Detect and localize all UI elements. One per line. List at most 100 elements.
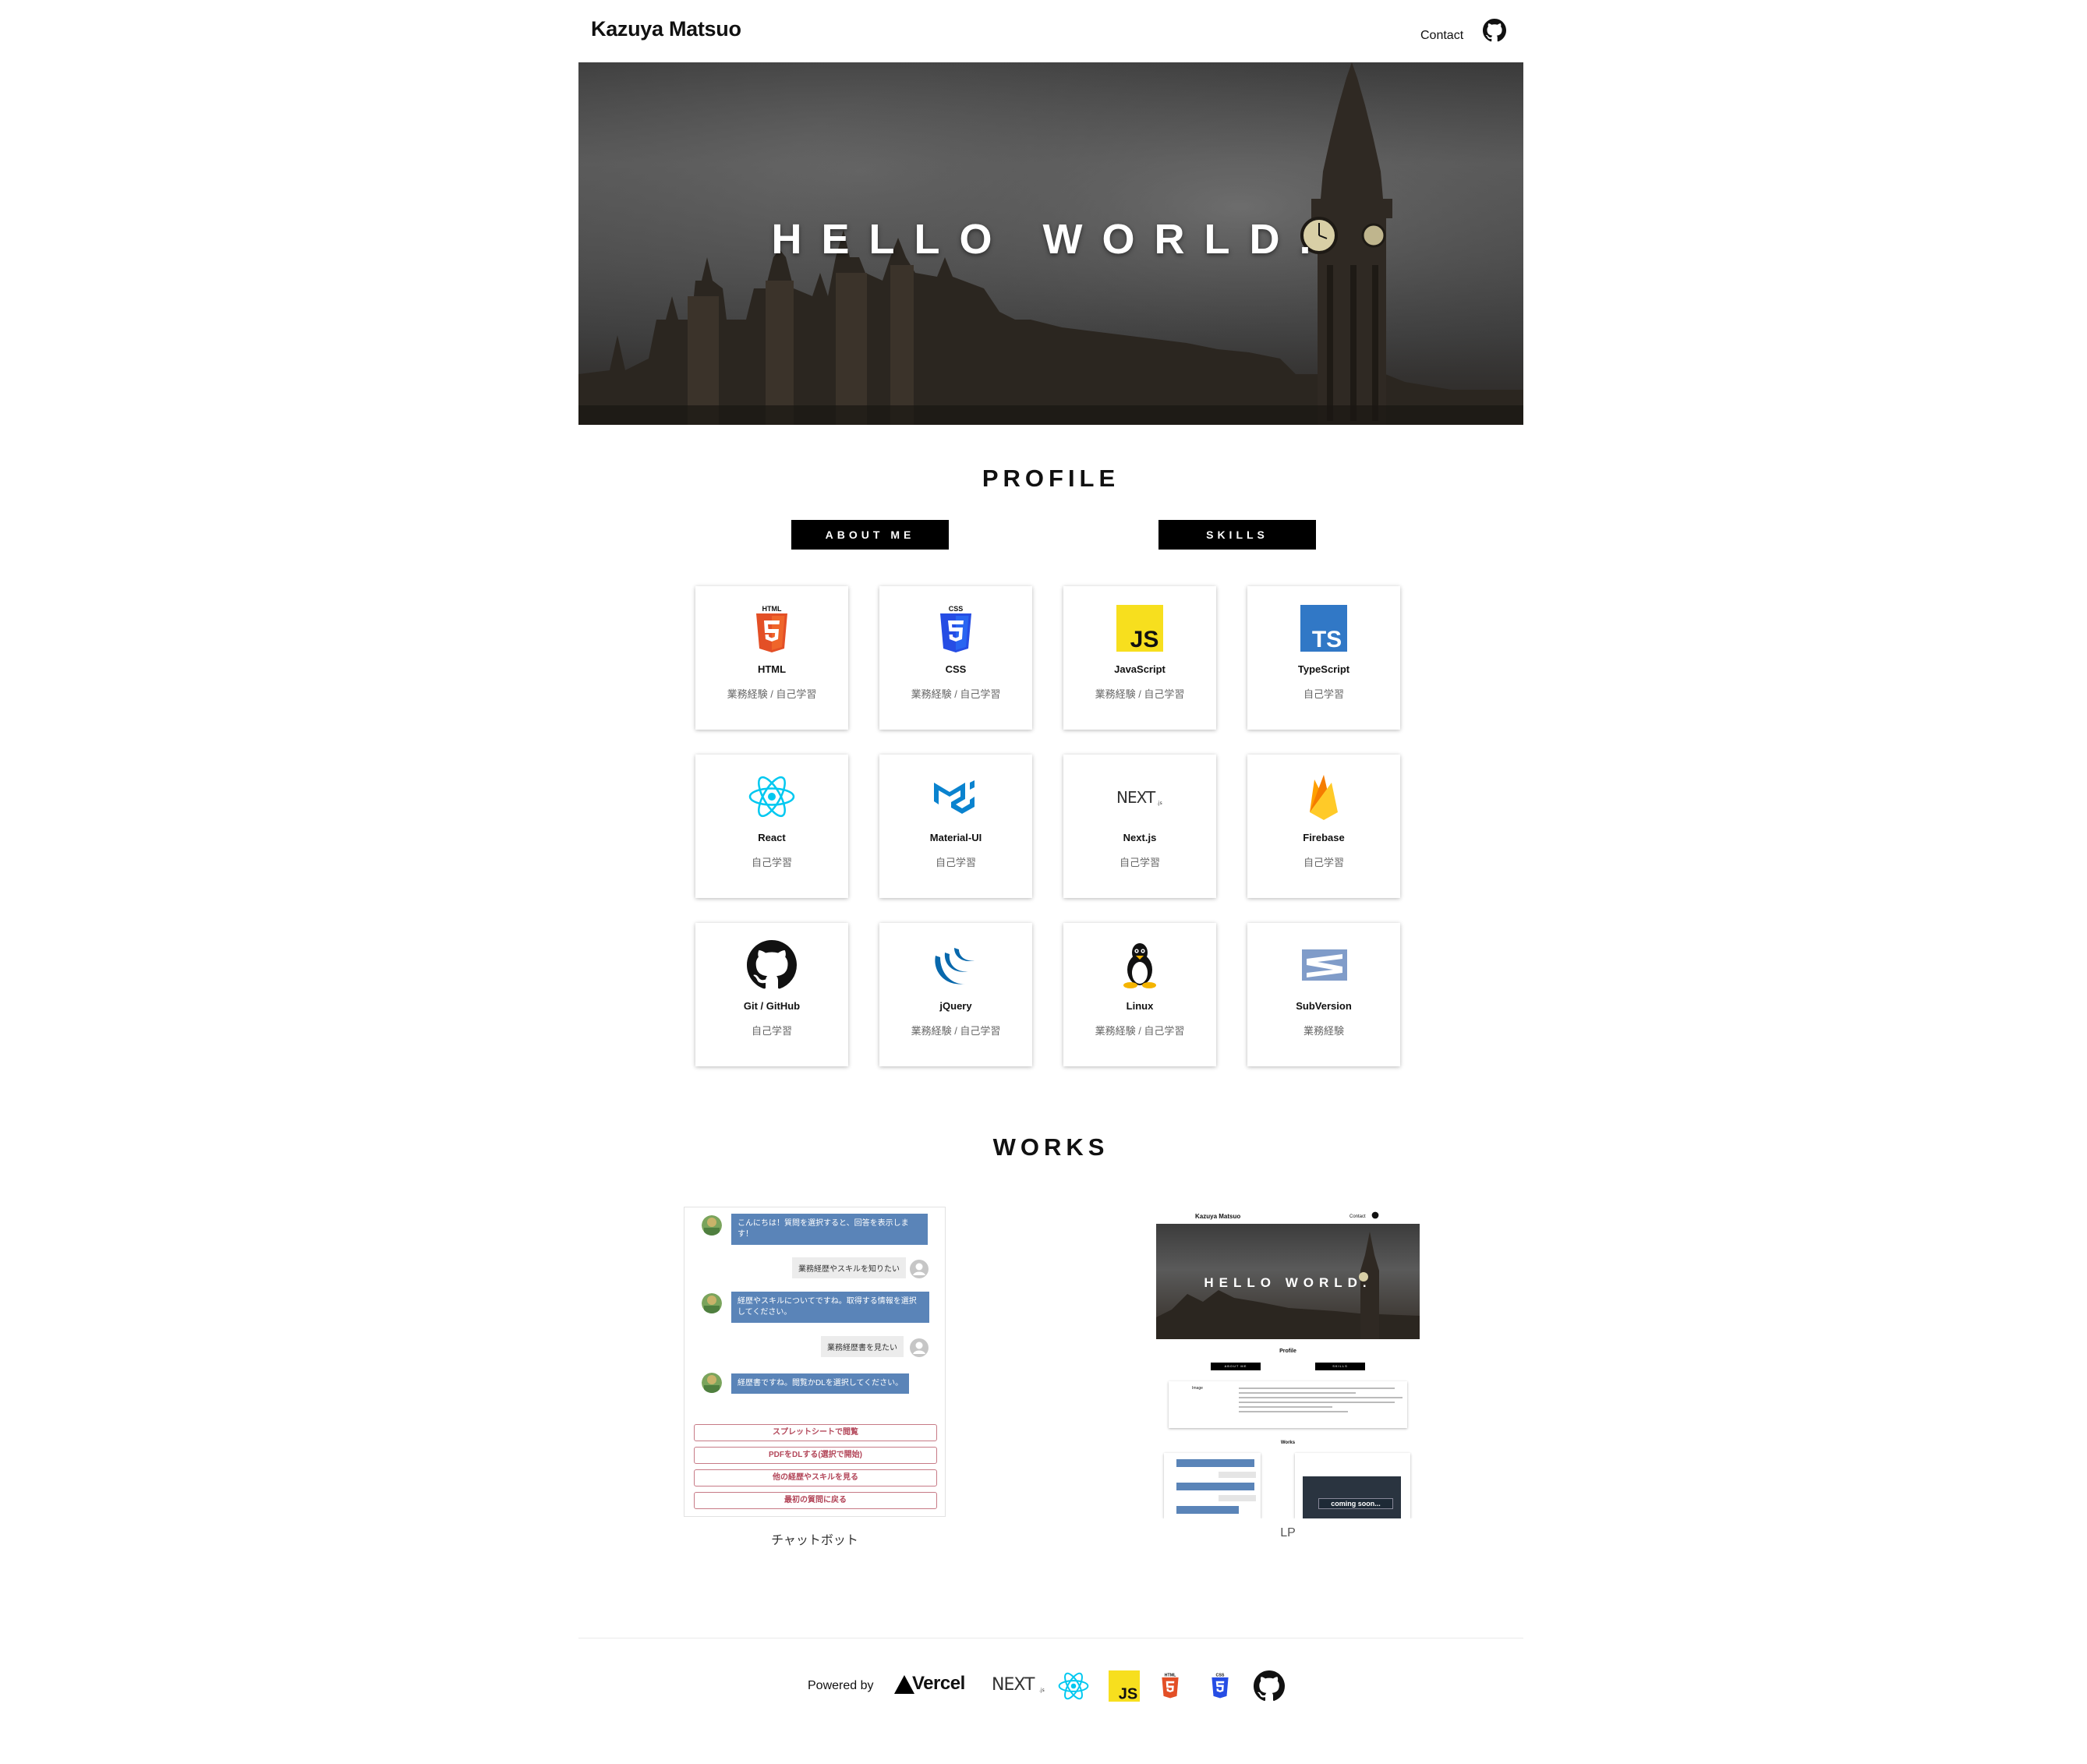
user-avatar-icon — [910, 1260, 929, 1278]
header: Kazuya Matsuo Contact — [578, 0, 1523, 62]
nextjs-icon[interactable]: NEXT .js — [992, 1673, 1046, 1696]
svg-text:HTML: HTML — [1165, 1673, 1176, 1677]
skill-card-firebase: Firebase 自己学習 — [1247, 755, 1400, 898]
bot-avatar — [702, 1373, 722, 1393]
skill-name: HTML — [757, 663, 787, 675]
chat-message: こんにちは！質問を選択すると、回答を表示します！ — [731, 1214, 928, 1245]
tab-skills[interactable]: SKILLS — [1158, 520, 1316, 550]
mini-tab-skills: SKILLS — [1315, 1363, 1365, 1370]
mini-image-label: Image — [1192, 1386, 1203, 1391]
css3-icon: CSS — [940, 605, 971, 652]
nextjs-icon: NEXT .js — [1116, 788, 1162, 807]
profile-heading: PROFILE — [982, 465, 1120, 492]
bot-avatar — [702, 1215, 722, 1236]
skill-card-material-ui: Material-UI 自己学習 — [879, 755, 1032, 898]
skill-level: 業務経験 / 自己学習 — [1095, 688, 1185, 700]
jquery-icon — [935, 948, 975, 985]
skill-level: 業務経験 / 自己学習 — [911, 688, 1001, 700]
mini-contact: Contact — [1349, 1214, 1366, 1219]
svg-text:HTML: HTML — [762, 605, 782, 613]
skill-level: 業務経験 — [1303, 1025, 1344, 1037]
css3-icon[interactable]: CSS — [1207, 1668, 1233, 1702]
github-icon — [1371, 1211, 1379, 1219]
contact-link[interactable]: Contact — [1420, 29, 1463, 43]
hero-title: HELLO WORLD. — [771, 216, 1331, 263]
javascript-icon: JS — [1116, 605, 1163, 652]
mini-hero: HELLO WORLD. — [1156, 1224, 1420, 1339]
footer-divider — [578, 1638, 1523, 1639]
svg-text:JS: JS — [1119, 1685, 1137, 1702]
mini-coming-soon: coming soon... — [1318, 1498, 1393, 1509]
skill-card-nextjs: NEXT .js Next.js 自己学習 — [1063, 755, 1216, 898]
work-caption[interactable]: チャットボット — [684, 1529, 946, 1548]
skill-card-linux: Linux 業務経験 / 自己学習 — [1063, 923, 1216, 1066]
svg-text:.js: .js — [1157, 801, 1162, 806]
skill-level: 自己学習 — [1303, 688, 1344, 700]
skill-name: Material-UI — [929, 832, 982, 843]
html5-icon: HTML — [756, 605, 787, 652]
chat-message: 業務経歴やスキルを知りたい — [792, 1257, 906, 1278]
skill-level: 業務経験 / 自己学習 — [1095, 1025, 1185, 1037]
chat-option-button[interactable]: 他の経歴やスキルを見る — [694, 1469, 937, 1486]
chat-option-button[interactable]: PDFをDLする(選択で開始) — [694, 1447, 937, 1464]
work-caption[interactable]: LP — [1156, 1526, 1420, 1540]
mini-hero-title: HELLO WORLD. — [1204, 1275, 1372, 1290]
svg-text:.js: .js — [1039, 1688, 1045, 1693]
brand-title[interactable]: Kazuya Matsuo — [591, 17, 741, 41]
hero-banner: HELLO WORLD. — [578, 62, 1523, 425]
skill-name: JavaScript — [1114, 663, 1166, 675]
skill-card-css: CSS CSS 業務経験 / 自己学習 — [879, 586, 1032, 730]
react-icon[interactable] — [1057, 1670, 1090, 1702]
skill-card-javascript: JS JavaScript 業務経験 / 自己学習 — [1063, 586, 1216, 730]
svg-text:NEXT: NEXT — [1116, 788, 1156, 807]
skill-name: TypeScript — [1297, 663, 1350, 675]
tab-about-me[interactable]: ABOUT ME — [791, 520, 949, 550]
github-icon — [747, 940, 797, 989]
page: Kazuya Matsuo Contact HELLO WORLD. PROFI… — [578, 0, 1523, 1764]
svg-text:CSS: CSS — [1216, 1673, 1225, 1677]
firebase-icon — [1310, 775, 1338, 820]
skill-level: 業務経験 / 自己学習 — [911, 1025, 1001, 1037]
mini-about-card: Image — [1169, 1381, 1407, 1428]
skill-card-jquery: jQuery 業務経験 / 自己学習 — [879, 923, 1032, 1066]
work-thumb-chatbot[interactable]: こんにちは！質問を選択すると、回答を表示します！ 業務経歴やスキルを知りたい 経… — [684, 1207, 946, 1517]
mini-tab-about: ABOUT ME — [1211, 1363, 1261, 1370]
skill-level: 自己学習 — [751, 857, 792, 868]
html5-icon[interactable]: HTML — [1157, 1668, 1183, 1702]
skill-name: SubVersion — [1296, 1000, 1352, 1012]
github-icon[interactable] — [1483, 19, 1506, 42]
react-icon — [748, 776, 795, 818]
skill-card-github: Git / GitHub 自己学習 — [695, 923, 848, 1066]
skill-name: React — [758, 832, 786, 843]
svg-text:CSS: CSS — [949, 605, 964, 613]
github-icon[interactable] — [1254, 1670, 1285, 1702]
chat-option-button[interactable]: 最初の質問に戻る — [694, 1492, 937, 1509]
mini-work-1 — [1164, 1453, 1261, 1518]
works-heading: WORKS — [992, 1133, 1109, 1161]
skill-name: Git / GitHub — [743, 1000, 801, 1012]
svg-text:JS: JS — [1130, 627, 1159, 652]
skill-card-subversion: SubVersion 業務経験 — [1247, 923, 1400, 1066]
vercel-wordmark[interactable]: Vercel — [912, 1673, 965, 1695]
material-ui-icon — [934, 780, 975, 814]
chat-option-button[interactable]: スプレットシートで閲覧 — [694, 1424, 937, 1441]
mini-work-2: coming soon... — [1295, 1453, 1410, 1518]
skill-level: 自己学習 — [751, 1025, 792, 1037]
skill-card-react: React 自己学習 — [695, 755, 848, 898]
svg-text:TS: TS — [1312, 627, 1342, 652]
javascript-icon[interactable]: JS — [1109, 1670, 1140, 1702]
subversion-icon — [1302, 949, 1347, 981]
skill-name: Next.js — [1123, 832, 1157, 843]
linux-icon — [1123, 943, 1156, 988]
mini-works-heading: Works — [1280, 1441, 1296, 1445]
typescript-icon: TS — [1300, 605, 1347, 652]
chat-message: 経歴やスキルについてですね。取得する情報を選択してください。 — [731, 1292, 929, 1323]
chat-message: 業務経歴書を見たい — [821, 1336, 904, 1357]
bot-avatar — [702, 1293, 722, 1313]
work-thumb-lp[interactable]: Kazuya Matsuo Contact HELLO WORLD. Profi… — [1156, 1207, 1420, 1518]
skill-card-html: HTML HTML 業務経験 / 自己学習 — [695, 586, 848, 730]
mini-brand: Kazuya Matsuo — [1195, 1213, 1241, 1220]
user-avatar-icon — [910, 1338, 929, 1357]
skill-level: 業務経験 / 自己学習 — [727, 688, 817, 700]
skill-level: 自己学習 — [1303, 857, 1344, 868]
